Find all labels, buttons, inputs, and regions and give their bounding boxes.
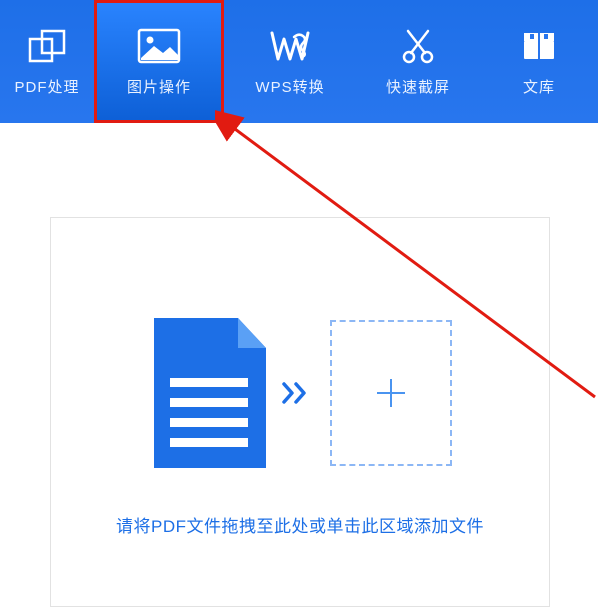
file-drop-area[interactable]: 请将PDF文件拖拽至此处或单击此区域添加文件 (50, 217, 550, 607)
main-toolbar: PDF处理 图片操作 WPS转换 (0, 0, 598, 123)
toolbar-label: 文库 (523, 76, 555, 97)
toolbar-item-pdf[interactable]: PDF处理 (0, 0, 94, 123)
toolbar-item-screenshot[interactable]: 快速截屏 (356, 0, 480, 123)
pdf-document-icon (148, 318, 268, 468)
toolbar-item-image-ops[interactable]: 图片操作 (94, 0, 224, 123)
toolbar-item-wps[interactable]: WPS转换 (224, 0, 356, 123)
toolbar-label: PDF处理 (14, 76, 79, 97)
toolbar-label: 快速截屏 (386, 76, 450, 97)
image-icon (137, 26, 181, 66)
drop-instruction-text: 请将PDF文件拖拽至此处或单击此区域添加文件 (116, 512, 484, 537)
toolbar-label: 图片操作 (127, 76, 191, 97)
plus-icon (374, 376, 408, 410)
drop-graphic-row (148, 318, 452, 468)
overlap-icon (28, 26, 66, 66)
toolbar-item-library[interactable]: 文库 (480, 0, 598, 123)
toolbar-label: WPS转换 (255, 76, 324, 97)
wps-icon (269, 26, 311, 66)
add-file-tile[interactable] (330, 320, 452, 466)
transfer-arrows-icon (282, 380, 316, 406)
scissors-icon (401, 26, 435, 66)
library-icon (521, 26, 557, 66)
